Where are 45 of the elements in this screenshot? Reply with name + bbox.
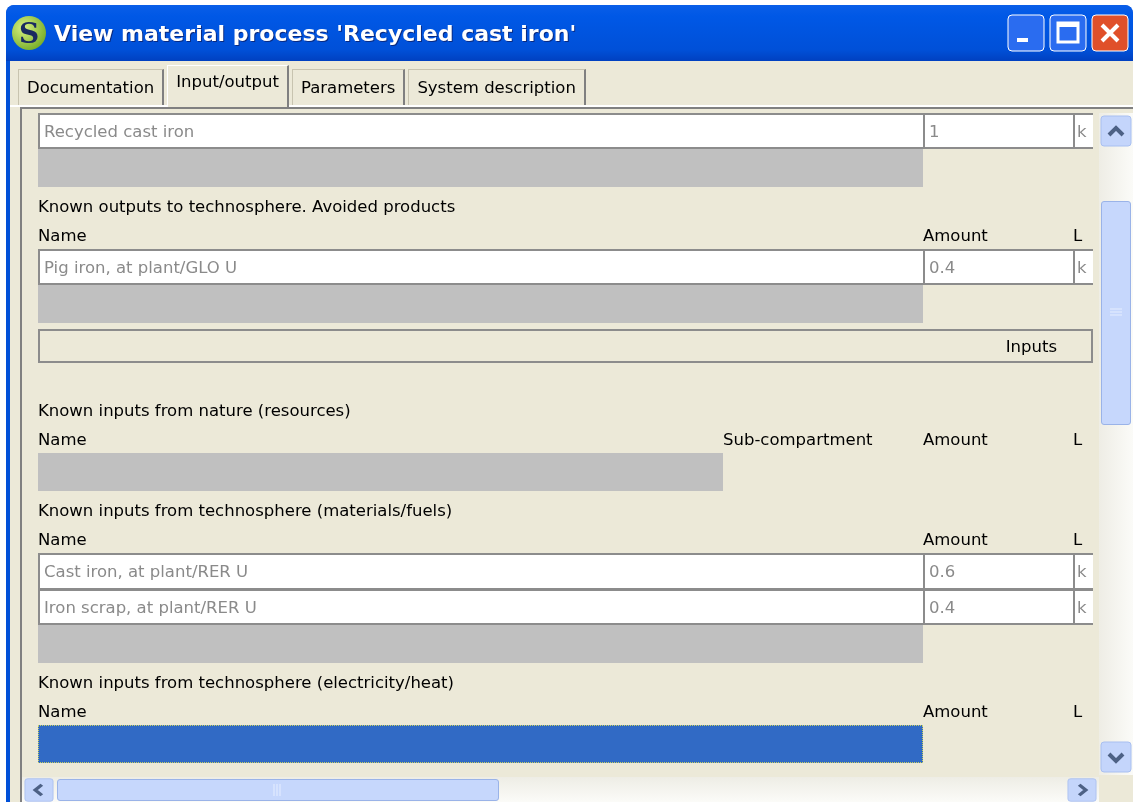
column-header: Amount [923,429,989,449]
scroll-right-button[interactable] [1067,777,1097,802]
section-title: Known outputs to technosphere. Avoided products [38,196,457,218]
tab[interactable]: System description [408,69,586,105]
amount-cell[interactable]: 0.4 [923,589,1073,625]
column-header: Amount [923,225,989,245]
unit-cell[interactable]: k [1073,249,1093,285]
minimize-button[interactable] [1007,14,1045,52]
column-header: L [1073,225,1084,245]
section-title: Known inputs from technosphere (electricity/heat) [38,672,455,694]
column-header: L [1073,429,1084,449]
section-title: Known inputs from nature (resources) [38,400,352,422]
scrollbar-thumb[interactable] [57,778,499,801]
unit-cell[interactable]: k [1073,589,1093,625]
column-header: Name [38,529,88,549]
app-logo-icon: S [12,16,46,50]
unit-cell[interactable]: k [1073,553,1093,589]
column-header: Amount [923,529,989,549]
tab[interactable]: Parameters [291,69,406,105]
name-cell[interactable]: Iron scrap, at plant/RER U [38,589,923,625]
scroll-up-button[interactable] [1100,115,1132,147]
name-cell[interactable]: Pig iron, at plant/GLO U [38,249,923,285]
close-button[interactable] [1091,14,1129,52]
scrollbar-thumb[interactable] [1101,201,1131,425]
name-cell[interactable]: Cast iron, at plant/RER U [38,553,923,589]
section-title: Known inputs from technosphere (materials/fuels) [38,500,454,522]
column-header: Name [38,701,88,721]
amount-cell[interactable]: 0.4 [923,249,1073,285]
empty-row[interactable] [38,725,923,763]
amount-cell[interactable]: 0.6 [923,553,1073,589]
column-header: Sub-compartment [723,429,874,449]
unit-cell[interactable]: k [1073,113,1093,149]
scroll-down-button[interactable] [1100,741,1132,773]
window-title: View material process 'Recycled cast iron' [54,20,578,46]
column-header: Name [38,429,88,449]
column-header: Amount [923,701,989,721]
maximize-button[interactable] [1049,14,1087,52]
amount-cell[interactable]: 1 [923,113,1073,149]
tab[interactable]: Input/output [167,65,289,107]
name-cell[interactable]: Recycled cast iron [38,113,923,149]
column-header: L [1073,529,1084,549]
column-header: L [1073,701,1084,721]
tab[interactable]: Documentation [18,69,165,105]
column-header: Name [38,225,88,245]
scroll-left-button[interactable] [24,777,54,802]
